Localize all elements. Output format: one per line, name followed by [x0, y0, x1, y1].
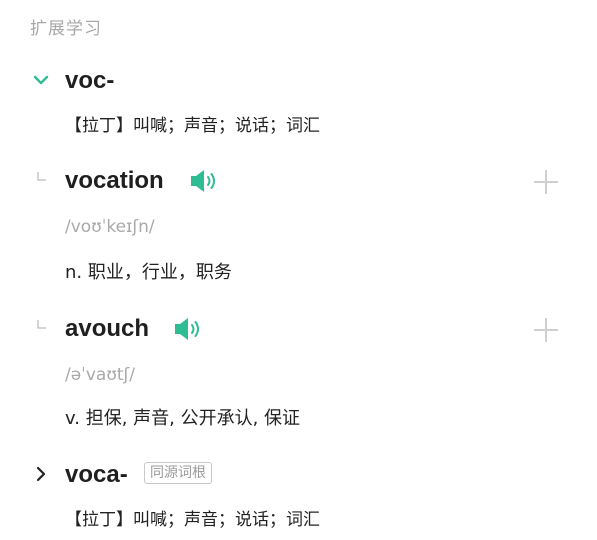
- word-definition: n. 职业，行业，职务: [65, 262, 232, 283]
- cognate-root-tag[interactable]: 同源词根: [144, 462, 212, 484]
- word-title[interactable]: vocation: [65, 169, 164, 193]
- speaker-icon[interactable]: [190, 168, 220, 194]
- branch-connector: [36, 170, 50, 184]
- speaker-icon[interactable]: [174, 316, 204, 342]
- plus-icon[interactable]: [532, 168, 560, 196]
- root-word[interactable]: voca-: [65, 463, 128, 487]
- chevron-right-icon[interactable]: [31, 464, 51, 484]
- word-title[interactable]: avouch: [65, 317, 149, 341]
- word-phonetic: /voʊˈkeɪʃn/: [65, 217, 155, 237]
- root-word[interactable]: voc-: [65, 69, 114, 93]
- root-meaning: 【拉丁】叫喊；声音；说话；词汇: [65, 510, 320, 530]
- word-definition: v. 担保, 声音, 公开承认, 保证: [65, 408, 301, 429]
- section-title: 扩展学习: [30, 19, 102, 39]
- word-phonetic: /əˈvaʊtʃ/: [65, 365, 135, 385]
- chevron-down-icon[interactable]: [31, 70, 51, 90]
- root-meaning: 【拉丁】叫喊；声音；说话；词汇: [65, 116, 320, 136]
- plus-icon[interactable]: [532, 316, 560, 344]
- branch-connector: [36, 318, 50, 332]
